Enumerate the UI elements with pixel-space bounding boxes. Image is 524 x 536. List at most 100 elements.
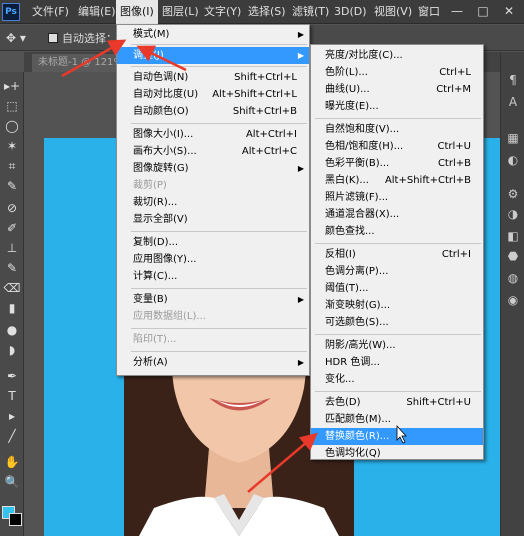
type-tool-icon[interactable]: T — [2, 388, 22, 404]
menu-layer[interactable]: 图层(L) — [158, 0, 203, 24]
adjust-menu-item[interactable]: 曲线(U)... Ctrl+M — [311, 81, 483, 98]
move-tool-icon[interactable]: ▸+ — [2, 78, 22, 94]
background-color-swatch[interactable] — [9, 513, 22, 526]
menu-window[interactable]: 窗口 — [414, 0, 444, 24]
adjust-menu-item[interactable]: 替换颜色(R)... — [311, 428, 483, 445]
adjust-menu-item[interactable]: 去色(D) Shift+Ctrl+U — [311, 394, 483, 411]
image-menu-item[interactable]: 复制(D)... — [117, 234, 309, 251]
maximize-button[interactable]: □ — [470, 0, 496, 22]
image-menu-item[interactable]: 显示全部(V) — [117, 211, 309, 228]
image-menu-item[interactable]: 自动对比度(U) Alt+Shift+Ctrl+L — [117, 86, 309, 103]
clone-stamp-tool-icon[interactable]: ⊥ — [2, 240, 22, 256]
image-menu-item[interactable]: 应用图像(Y)... — [117, 251, 309, 268]
adjust-menu-item[interactable]: 渐变映射(G)... — [311, 297, 483, 314]
adjust-menu-item[interactable]: 照片滤镜(F)... — [311, 189, 483, 206]
image-menu-item[interactable]: 计算(C)... — [117, 268, 309, 285]
adjust-menu-item[interactable]: 可选颜色(S)... — [311, 314, 483, 331]
history-brush-tool-icon[interactable]: ✎ — [2, 260, 22, 276]
healing-brush-tool-icon[interactable]: ⊘ — [2, 200, 22, 216]
line-tool-icon[interactable]: ╱ — [2, 428, 22, 444]
image-menu-item[interactable]: 调整(J) ▶ — [117, 47, 309, 64]
image-menu-item: 陷印(T)... — [117, 331, 309, 348]
menu-filter[interactable]: 滤镜(T) — [288, 0, 333, 24]
character-panel-icon[interactable]: A — [505, 94, 521, 110]
menu-item-label: 阴影/高光(W)... — [325, 340, 396, 351]
adjust-menu-item[interactable]: 阈值(T)... — [311, 280, 483, 297]
adjust-menu-item[interactable]: 色阶(L)... Ctrl+L — [311, 64, 483, 81]
image-menu-item[interactable]: 裁切(R)... — [117, 194, 309, 211]
adjust-menu-item[interactable]: 色调分离(P)... — [311, 263, 483, 280]
adjust-menu-item[interactable]: 变化... — [311, 371, 483, 388]
submenu-arrow-icon: ▶ — [297, 358, 304, 367]
adjust-menu-item[interactable]: 匹配颜色(M)... — [311, 411, 483, 428]
styles-panel-icon[interactable]: ◑ — [505, 206, 521, 222]
adjust-menu-item[interactable]: 黑白(K)... Alt+Shift+Ctrl+B — [311, 172, 483, 189]
magic-wand-tool-icon[interactable]: ✶ — [2, 138, 22, 154]
channels-panel-icon[interactable]: ⬣ — [505, 248, 521, 264]
image-menu-item[interactable]: 图像旋转(G) ▶ — [117, 160, 309, 177]
paragraph-panel-icon[interactable]: ¶ — [505, 72, 521, 88]
document-tab[interactable]: 未标题-1 @ 121% — [32, 54, 129, 72]
zoom-tool-icon[interactable]: 🔍 — [2, 474, 22, 490]
gradient-tool-icon[interactable]: ▮ — [2, 300, 22, 316]
menu-3d[interactable]: 3D(D) — [330, 0, 371, 24]
lasso-tool-icon[interactable]: ◯ — [2, 118, 22, 134]
eyedropper-tool-icon[interactable]: ✎ — [2, 178, 22, 194]
adjust-menu-item[interactable]: 色彩平衡(B)... Ctrl+B — [311, 155, 483, 172]
image-menu-item[interactable]: 图像大小(I)... Alt+Ctrl+I — [117, 126, 309, 143]
histogram-panel-icon[interactable]: ▦ — [505, 130, 521, 146]
image-menu-item[interactable]: 变量(B) ▶ — [117, 291, 309, 308]
menu-separator — [131, 351, 307, 352]
dodge-tool-icon[interactable]: ◗ — [2, 342, 22, 358]
adjust-menu-item[interactable]: 亮度/对比度(C)... — [311, 47, 483, 64]
move-tool-preset[interactable]: ✥ ▾ — [6, 31, 26, 45]
menu-item-label: 图像旋转(G) — [133, 163, 189, 174]
image-menu-item[interactable]: 分析(A) ▶ — [117, 354, 309, 371]
menu-image[interactable]: 图像(I) — [116, 0, 158, 24]
menu-item-label: 画布大小(S)... — [133, 146, 197, 157]
image-menu-item[interactable]: 自动颜色(O) Shift+Ctrl+B — [117, 103, 309, 120]
image-menu-item[interactable]: 模式(M) ▶ — [117, 26, 309, 43]
menu-separator — [131, 66, 307, 67]
menu-file[interactable]: 文件(F) — [28, 0, 73, 24]
menu-select[interactable]: 选择(S) — [244, 0, 290, 24]
adjust-menu-item[interactable]: 自然饱和度(V)... — [311, 121, 483, 138]
blur-tool-icon[interactable]: ● — [2, 322, 22, 338]
crop-tool-icon[interactable]: ⌗ — [2, 158, 22, 174]
adjust-menu-item[interactable]: 色相/饱和度(H)... Ctrl+U — [311, 138, 483, 155]
adjust-menu-item[interactable]: 曝光度(E)... — [311, 98, 483, 115]
menu-item-label: 自然饱和度(V)... — [325, 124, 400, 135]
menu-item-label: 色彩平衡(B)... — [325, 158, 390, 169]
menu-type[interactable]: 文字(Y) — [200, 0, 245, 24]
menu-item-label: 计算(C)... — [133, 271, 178, 282]
minimize-button[interactable]: — — [444, 0, 470, 22]
adjust-menu-item[interactable]: 反相(I) Ctrl+I — [311, 246, 483, 263]
path-selection-tool-icon[interactable]: ▸ — [2, 408, 22, 424]
adjust-menu-item[interactable]: 颜色查找... — [311, 223, 483, 240]
menu-item-label: 曝光度(E)... — [325, 101, 379, 112]
adjust-menu-item[interactable]: 通道混合器(X)... — [311, 206, 483, 223]
adjust-menu-item[interactable]: HDR 色调... — [311, 354, 483, 371]
adjust-menu-item[interactable]: 色调均化(Q) — [311, 445, 483, 462]
close-button[interactable]: ✕ — [496, 0, 522, 22]
auto-select-checkbox[interactable] — [48, 33, 58, 43]
menu-item-label: 去色(D) — [325, 397, 361, 408]
pen-tool-icon[interactable]: ✒ — [2, 368, 22, 384]
eraser-tool-icon[interactable]: ⌫ — [2, 280, 22, 296]
layers-panel-icon[interactable]: ◧ — [505, 228, 521, 244]
brush-tool-icon[interactable]: ✐ — [2, 220, 22, 236]
menu-item-label: 应用图像(Y)... — [133, 254, 197, 265]
hand-tool-icon[interactable]: ✋ — [2, 454, 22, 470]
menu-edit[interactable]: 编辑(E) — [74, 0, 120, 24]
image-menu-item[interactable]: 画布大小(S)... Alt+Ctrl+C — [117, 143, 309, 160]
adjust-menu-item[interactable]: 阴影/高光(W)... — [311, 337, 483, 354]
paths-panel-icon[interactable]: ◍ — [505, 270, 521, 286]
menu-item-label: 色调均化(Q) — [325, 448, 381, 459]
info-panel-icon[interactable]: ◐ — [505, 152, 521, 168]
swatches-panel-icon[interactable]: ◉ — [505, 292, 521, 308]
image-menu-item[interactable]: 自动色调(N) Shift+Ctrl+L — [117, 69, 309, 86]
marquee-tool-icon[interactable]: ⬚ — [2, 98, 22, 114]
adjustments-panel-icon[interactable]: ⚙ — [505, 186, 521, 202]
submenu-arrow-icon: ▶ — [297, 164, 304, 173]
menu-view[interactable]: 视图(V) — [370, 0, 416, 24]
